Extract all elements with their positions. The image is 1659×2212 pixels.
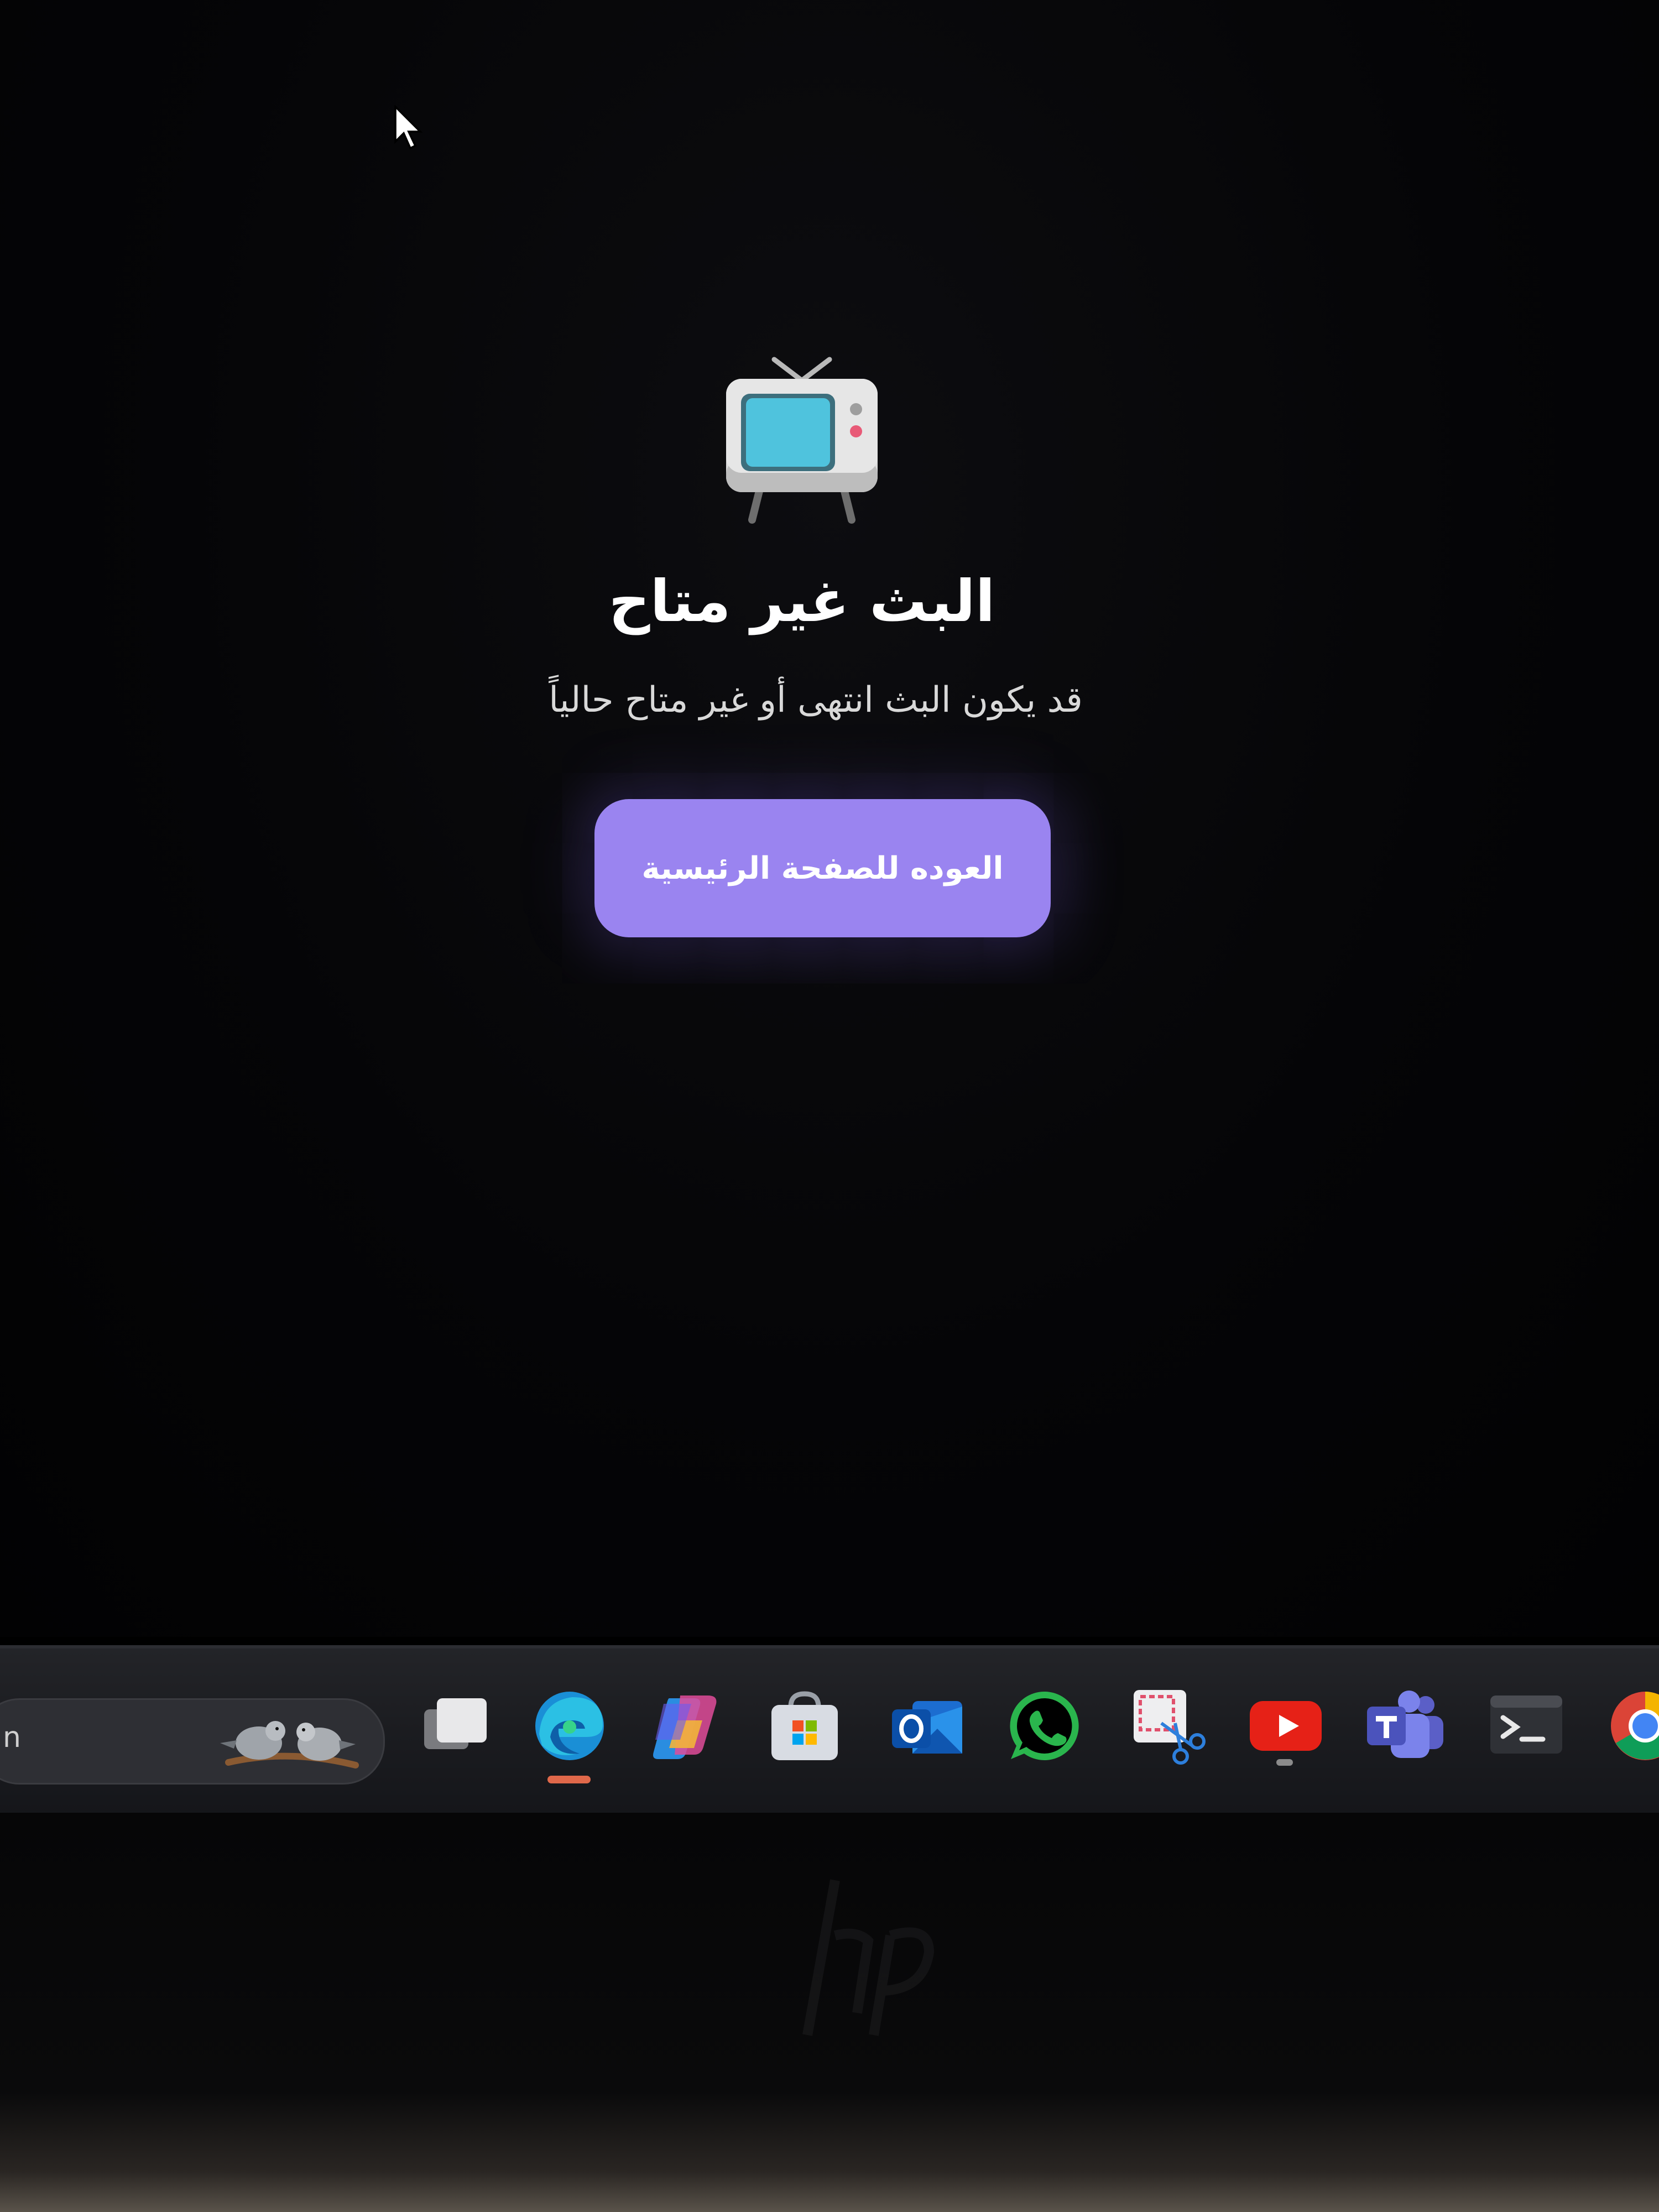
search-box-text: n: [3, 1721, 21, 1754]
stream-unavailable-screen: البث غير متاح قد يكون البث انتهى أو غير …: [0, 0, 1659, 1637]
edge-icon[interactable]: [525, 1682, 614, 1770]
page-title: البث غير متاح: [608, 567, 995, 635]
copilot-icon[interactable]: [641, 1682, 730, 1770]
snipping-tool-icon[interactable]: [1123, 1682, 1211, 1770]
windows-taskbar: n: [0, 1645, 1659, 1814]
outlook-icon[interactable]: [882, 1682, 971, 1770]
teams-icon[interactable]: [1360, 1682, 1449, 1770]
tv-icon: [726, 357, 878, 524]
microsoft-store-icon[interactable]: [760, 1682, 849, 1770]
mouse-cursor-icon: [394, 105, 423, 150]
hp-logo-icon: [802, 1879, 935, 2036]
running-app-indicator: [1276, 1759, 1293, 1766]
whatsapp-icon[interactable]: [1001, 1682, 1089, 1770]
page-subtitle: قد يكون البث انتهى أو غير متاح حالياً: [549, 680, 1083, 721]
back-to-home-button[interactable]: العوده للصفحة الرئيسية: [594, 799, 1051, 937]
youtube-icon[interactable]: [1241, 1682, 1330, 1770]
active-app-indicator: [547, 1776, 591, 1783]
birds-icon[interactable]: [217, 1710, 361, 1776]
chrome-icon[interactable]: [1601, 1682, 1659, 1770]
task-view-icon[interactable]: [412, 1682, 500, 1770]
taskbar-search-box[interactable]: n: [0, 1698, 385, 1785]
terminal-icon[interactable]: [1482, 1682, 1571, 1770]
